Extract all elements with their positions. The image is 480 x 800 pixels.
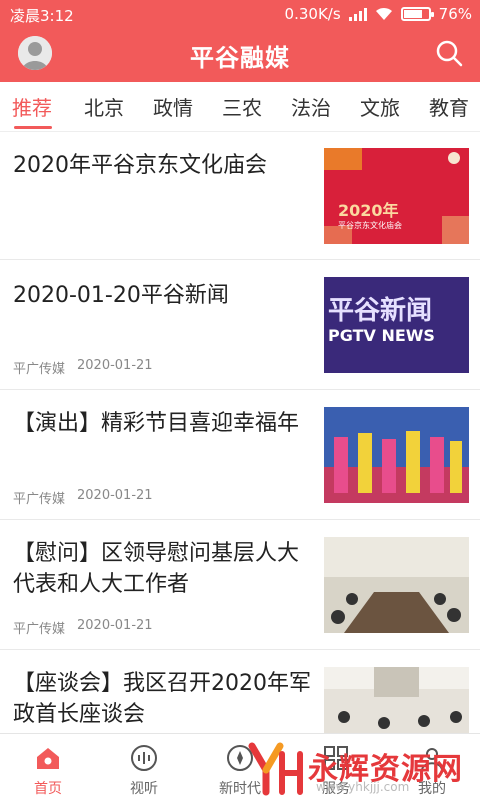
network-speed: 0.30K/s bbox=[284, 5, 341, 23]
tab-beijing[interactable]: 北京 bbox=[84, 92, 124, 121]
page-title: 平谷融媒 bbox=[190, 44, 290, 72]
signal-icon bbox=[348, 7, 367, 21]
tab-recommend[interactable]: 推荐 bbox=[12, 92, 52, 121]
thumb-title: 2020年 bbox=[338, 201, 399, 220]
news-meta: 平广传媒 2020-01-21 bbox=[13, 488, 153, 507]
nav-audio-video[interactable]: 视听 bbox=[104, 734, 184, 800]
tab-agriculture[interactable]: 三农 bbox=[222, 92, 262, 121]
tab-politics[interactable]: 政情 bbox=[153, 92, 193, 121]
wifi-icon bbox=[375, 7, 392, 20]
watermark: 永辉资源网 www.yhkjjj.com bbox=[246, 738, 476, 798]
news-thumbnail bbox=[324, 537, 469, 633]
nav-home[interactable]: 首页 bbox=[8, 734, 88, 800]
battery-icon bbox=[400, 7, 434, 21]
search-icon[interactable] bbox=[434, 38, 464, 68]
status-bar: 凌晨3:12 0.30K/s 76% bbox=[0, 0, 480, 30]
news-date: 2020-01-21 bbox=[77, 358, 153, 373]
news-meta: 平广传媒 2020-01-21 bbox=[13, 358, 153, 377]
watermark-url: www.yhkjjj.com bbox=[316, 780, 410, 794]
nav-home-label: 首页 bbox=[34, 781, 62, 797]
home-icon bbox=[37, 748, 59, 769]
news-title: 2020年平谷京东文化庙会 bbox=[13, 153, 267, 178]
news-date: 2020-01-21 bbox=[77, 488, 153, 503]
battery-percent: 76% bbox=[438, 5, 472, 23]
news-source: 平广传媒 bbox=[13, 622, 66, 637]
news-item[interactable]: 2020-01-20平谷新闻 平广传媒 2020-01-21 平谷新闻 PGTV… bbox=[0, 260, 480, 390]
tab-law[interactable]: 法治 bbox=[291, 92, 331, 121]
app-header: 凌晨3:12 0.30K/s 76% 平谷融媒 bbox=[0, 0, 480, 82]
status-indicators: 0.30K/s 76% bbox=[285, 5, 472, 23]
news-title: 2020-01-20平谷新闻 bbox=[13, 283, 229, 308]
nav-audio-label: 视听 bbox=[130, 781, 158, 797]
news-item[interactable]: 【座谈会】我区召开2020年军政首长座谈会 bbox=[0, 650, 480, 735]
watermark-logo-icon bbox=[248, 742, 303, 796]
active-tab-indicator bbox=[14, 126, 52, 129]
thumb-subtitle: PGTV NEWS bbox=[328, 326, 435, 345]
news-title: 【慰问】区领导慰问基层人大代表和人大工作者 bbox=[13, 541, 300, 597]
news-title: 【座谈会】我区召开2020年军政首长座谈会 bbox=[13, 671, 311, 727]
news-date: 2020-01-21 bbox=[77, 618, 153, 633]
tab-education[interactable]: 教育 bbox=[429, 92, 469, 121]
tab-culture-tourism[interactable]: 文旅 bbox=[360, 92, 400, 121]
thumb-subtitle: 平谷京东文化庙会 bbox=[338, 220, 402, 230]
news-item[interactable]: 2020年平谷京东文化庙会 2020年 平谷京东文化庙会 bbox=[0, 132, 480, 260]
news-thumbnail: 2020年 平谷京东文化庙会 bbox=[324, 148, 469, 244]
news-title: 【演出】精彩节目喜迎幸福年 bbox=[13, 411, 300, 436]
news-thumbnail bbox=[324, 667, 469, 735]
thumb-title: 平谷新闻 bbox=[328, 295, 432, 326]
news-thumbnail: 平谷新闻 PGTV NEWS bbox=[324, 277, 469, 373]
category-tabs: 推荐 北京 政情 三农 法治 文旅 教育 bbox=[0, 82, 480, 132]
news-item[interactable]: 【演出】精彩节目喜迎幸福年 平广传媒 2020-01-21 bbox=[0, 390, 480, 520]
status-time: 凌晨3:12 bbox=[10, 7, 74, 25]
news-thumbnail bbox=[324, 407, 469, 503]
audio-icon bbox=[131, 745, 157, 771]
news-source: 平广传媒 bbox=[13, 362, 66, 377]
news-meta: 平广传媒 2020-01-21 bbox=[13, 618, 153, 637]
news-source: 平广传媒 bbox=[13, 492, 66, 507]
news-item[interactable]: 【慰问】区领导慰问基层人大代表和人大工作者 平广传媒 2020-01-21 bbox=[0, 520, 480, 650]
